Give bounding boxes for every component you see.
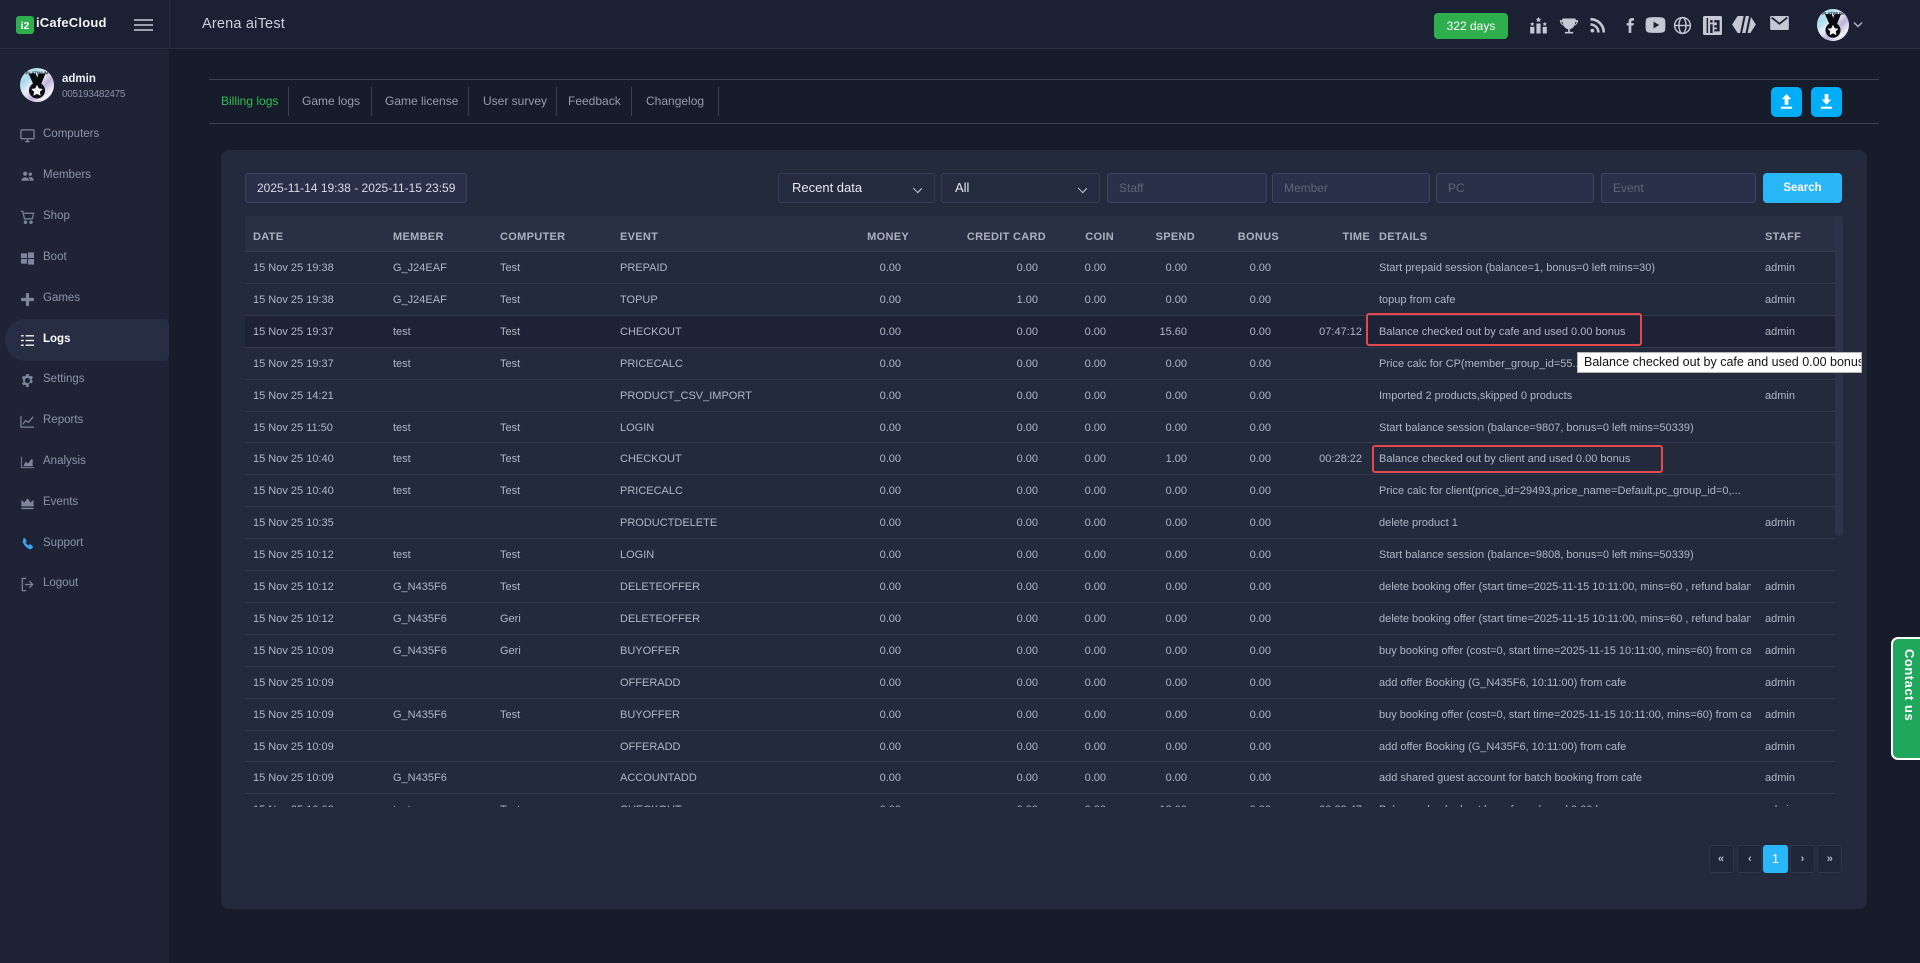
svg-text:i2: i2 bbox=[21, 20, 30, 32]
svg-text:PLATINUM: PLATINUM bbox=[26, 71, 49, 76]
